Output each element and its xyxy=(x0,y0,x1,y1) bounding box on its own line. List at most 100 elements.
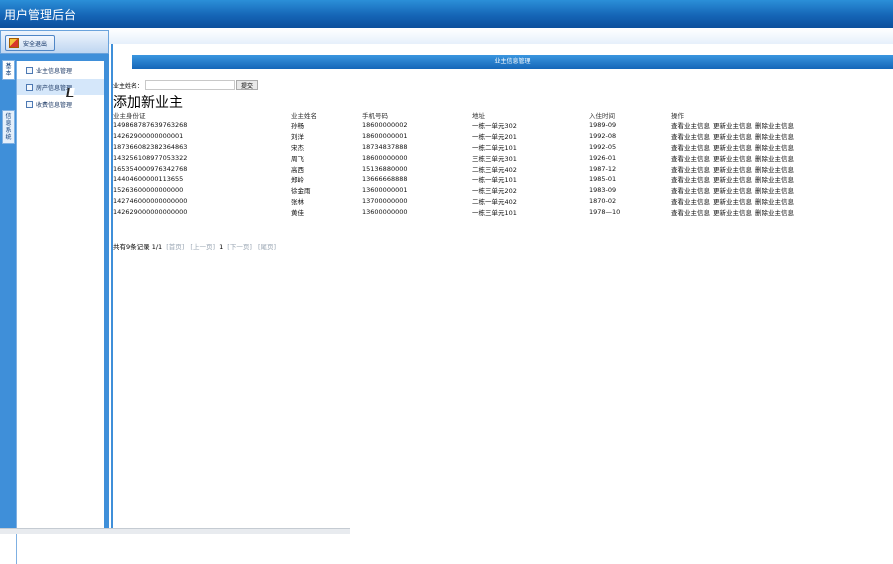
delete-owner-link[interactable]: 删除业主信息 xyxy=(755,198,794,206)
sidebar-header: 安全退出 xyxy=(0,30,109,54)
view-owner-link[interactable]: 查看业主信息 xyxy=(671,144,710,152)
table-cell: 18600000000 xyxy=(362,153,408,162)
tab-basic[interactable]: 基本 xyxy=(2,60,15,80)
sidebar-item-fee[interactable]: 收费信息管理 xyxy=(17,96,104,112)
delete-owner-link[interactable]: 删除业主信息 xyxy=(755,166,794,174)
header-strip xyxy=(0,28,893,44)
sidebar-item-property[interactable]: 房产信息管理 xyxy=(17,79,104,97)
column-header: 手机号码 xyxy=(362,112,388,120)
table-header-row: 业主身份证 业主姓名 手机号码 地址 入住时间 操作 xyxy=(113,110,851,120)
update-owner-link[interactable]: 更新业主信息 xyxy=(713,176,752,184)
update-owner-link[interactable]: 更新业主信息 xyxy=(713,166,752,174)
pencil-icon xyxy=(9,38,19,48)
row-actions: 查看业主信息 更新业主信息 删除业主信息 xyxy=(671,131,851,142)
column-header: 操作 xyxy=(671,112,684,120)
view-owner-link[interactable]: 查看业主信息 xyxy=(671,176,710,184)
column-header: 业主姓名 xyxy=(291,112,317,120)
delete-owner-link[interactable]: 删除业主信息 xyxy=(755,155,794,163)
delete-owner-link[interactable]: 删除业主信息 xyxy=(755,209,794,217)
search-label: 业主姓名： xyxy=(113,82,144,90)
view-owner-link[interactable]: 查看业主信息 xyxy=(671,166,710,174)
update-owner-link[interactable]: 更新业主信息 xyxy=(713,187,752,195)
tab-info-system-label: 信息系统 xyxy=(5,113,12,141)
column-header: 业主身份证 xyxy=(113,112,146,120)
table-cell: 1989-09 xyxy=(589,121,617,130)
exit-button[interactable]: 安全退出 xyxy=(5,35,55,51)
table-cell: 142746000000000000 xyxy=(113,196,188,205)
column-header: 入住时间 xyxy=(589,112,615,120)
table-cell: 1978—10 xyxy=(589,207,621,216)
row-actions: 查看业主信息 更新业主信息 删除业主信息 xyxy=(671,142,851,153)
table-cell: 165354000976342768 xyxy=(113,164,188,173)
delete-owner-link[interactable]: 删除业主信息 xyxy=(755,133,794,141)
table-cell: 18600000002 xyxy=(362,121,408,130)
column-header: 地址 xyxy=(472,112,485,120)
view-owner-link[interactable]: 查看业主信息 xyxy=(671,133,710,141)
table-cell: 13600000000 xyxy=(362,207,408,216)
view-owner-link[interactable]: 查看业主信息 xyxy=(671,198,710,206)
update-owner-link[interactable]: 更新业主信息 xyxy=(713,144,752,152)
table-row: 165354000976342768 高西 15136880000 二栋三单元402 1… xyxy=(113,163,851,174)
tab-info-system[interactable]: 信息系统 xyxy=(2,110,15,144)
add-owner-link[interactable]: 添加新业主 xyxy=(113,92,183,112)
row-actions: 查看业主信息 更新业主信息 删除业主信息 xyxy=(671,185,851,196)
update-owner-link[interactable]: 更新业主信息 xyxy=(713,122,752,130)
sidebar-item-label: 收费信息管理 xyxy=(36,101,73,109)
table-row: 149868787639763268 孙畅 18600000002 一栋一单元302 1… xyxy=(113,120,851,131)
row-actions: 查看业主信息 更新业主信息 删除业主信息 xyxy=(671,120,851,131)
document-icon xyxy=(26,100,33,108)
table-cell: 18600000001 xyxy=(362,132,408,141)
delete-owner-link[interactable]: 删除业主信息 xyxy=(755,144,794,152)
row-actions: 查看业主信息 更新业主信息 删除业主信息 xyxy=(671,206,851,217)
table-row: 142746000000000000 张林 13700000000 二栋一单元402 1… xyxy=(113,196,851,207)
table-cell: 149868787639763268 xyxy=(113,121,188,130)
table-cell: 一栋二单元101 xyxy=(472,143,517,152)
table-row: 143256108977053322 周飞 18600000000 三栋三单元301 1… xyxy=(113,152,851,163)
table-cell: 142629000000000000 xyxy=(113,207,188,216)
row-actions: 查看业主信息 更新业主信息 删除业主信息 xyxy=(671,152,851,163)
sidebar: 安全退出 基本 信息系统 业主信息管理 房产信息管理 收费信息管理 xyxy=(0,30,109,564)
browser-status-bar xyxy=(0,528,350,534)
exit-label: 安全退出 xyxy=(23,40,48,48)
table-cell: 高西 xyxy=(291,165,304,174)
vertical-tabs: 基本 信息系统 xyxy=(2,60,15,148)
update-owner-link[interactable]: 更新业主信息 xyxy=(713,133,752,141)
update-owner-link[interactable]: 更新业主信息 xyxy=(713,155,752,163)
table-cell: 1987-12 xyxy=(589,164,617,173)
table-cell: 15136880000 xyxy=(362,164,408,173)
table-cell: 1983-09 xyxy=(589,186,617,195)
submit-button[interactable]: 提交 xyxy=(236,80,259,90)
table-cell: 14262900000000001 xyxy=(113,132,184,141)
table-cell: 一栋一单元201 xyxy=(472,133,517,142)
last-page-link[interactable]: [尾页] xyxy=(258,243,276,251)
sidebar-item-owner[interactable]: 业主信息管理 xyxy=(17,62,104,78)
table-body: 149868787639763268 孙畅 18600000002 一栋一单元302 1… xyxy=(113,120,851,217)
owner-name-input[interactable] xyxy=(145,80,236,90)
delete-owner-link[interactable]: 删除业主信息 xyxy=(755,122,794,130)
table-cell: 187366082382364863 xyxy=(113,142,188,151)
update-owner-link[interactable]: 更新业主信息 xyxy=(713,209,752,217)
table-cell: 徐金雨 xyxy=(291,187,311,196)
next-page-link[interactable]: [下一页] xyxy=(227,243,252,251)
owner-table: 业主身份证 业主姓名 手机号码 地址 入住时间 操作 1498687876397… xyxy=(113,110,851,217)
view-owner-link[interactable]: 查看业主信息 xyxy=(671,209,710,217)
table-cell: 孙畅 xyxy=(291,122,304,131)
table-cell: 13600000001 xyxy=(362,186,408,195)
view-owner-link[interactable]: 查看业主信息 xyxy=(671,155,710,163)
delete-owner-link[interactable]: 删除业主信息 xyxy=(755,187,794,195)
first-page-link[interactable]: [首页] xyxy=(166,243,184,251)
prev-page-link[interactable]: [上一页] xyxy=(190,243,215,251)
table-row: 14404600000113655 郑岭 13666668888 一栋一单元101 19… xyxy=(113,174,851,185)
view-owner-link[interactable]: 查看业主信息 xyxy=(671,187,710,195)
table-cell: 宋杰 xyxy=(291,143,304,152)
table-cell: 143256108977053322 xyxy=(113,153,188,162)
record-count: 共有9条记录 xyxy=(113,243,150,251)
view-owner-link[interactable]: 查看业主信息 xyxy=(671,122,710,130)
table-row: 14262900000000001 刘洋 18600000001 一栋一单元201 19… xyxy=(113,131,851,142)
delete-owner-link[interactable]: 删除业主信息 xyxy=(755,176,794,184)
table-row: 142629000000000000 黄佳 13600000000 一栋三单元101 1… xyxy=(113,206,851,217)
section-banner: 业主信息管理 xyxy=(132,55,893,69)
sidebar-menu: 业主信息管理 房产信息管理 收费信息管理 xyxy=(16,61,104,564)
top-header: 用户管理后台 xyxy=(0,0,893,28)
update-owner-link[interactable]: 更新业主信息 xyxy=(713,198,752,206)
